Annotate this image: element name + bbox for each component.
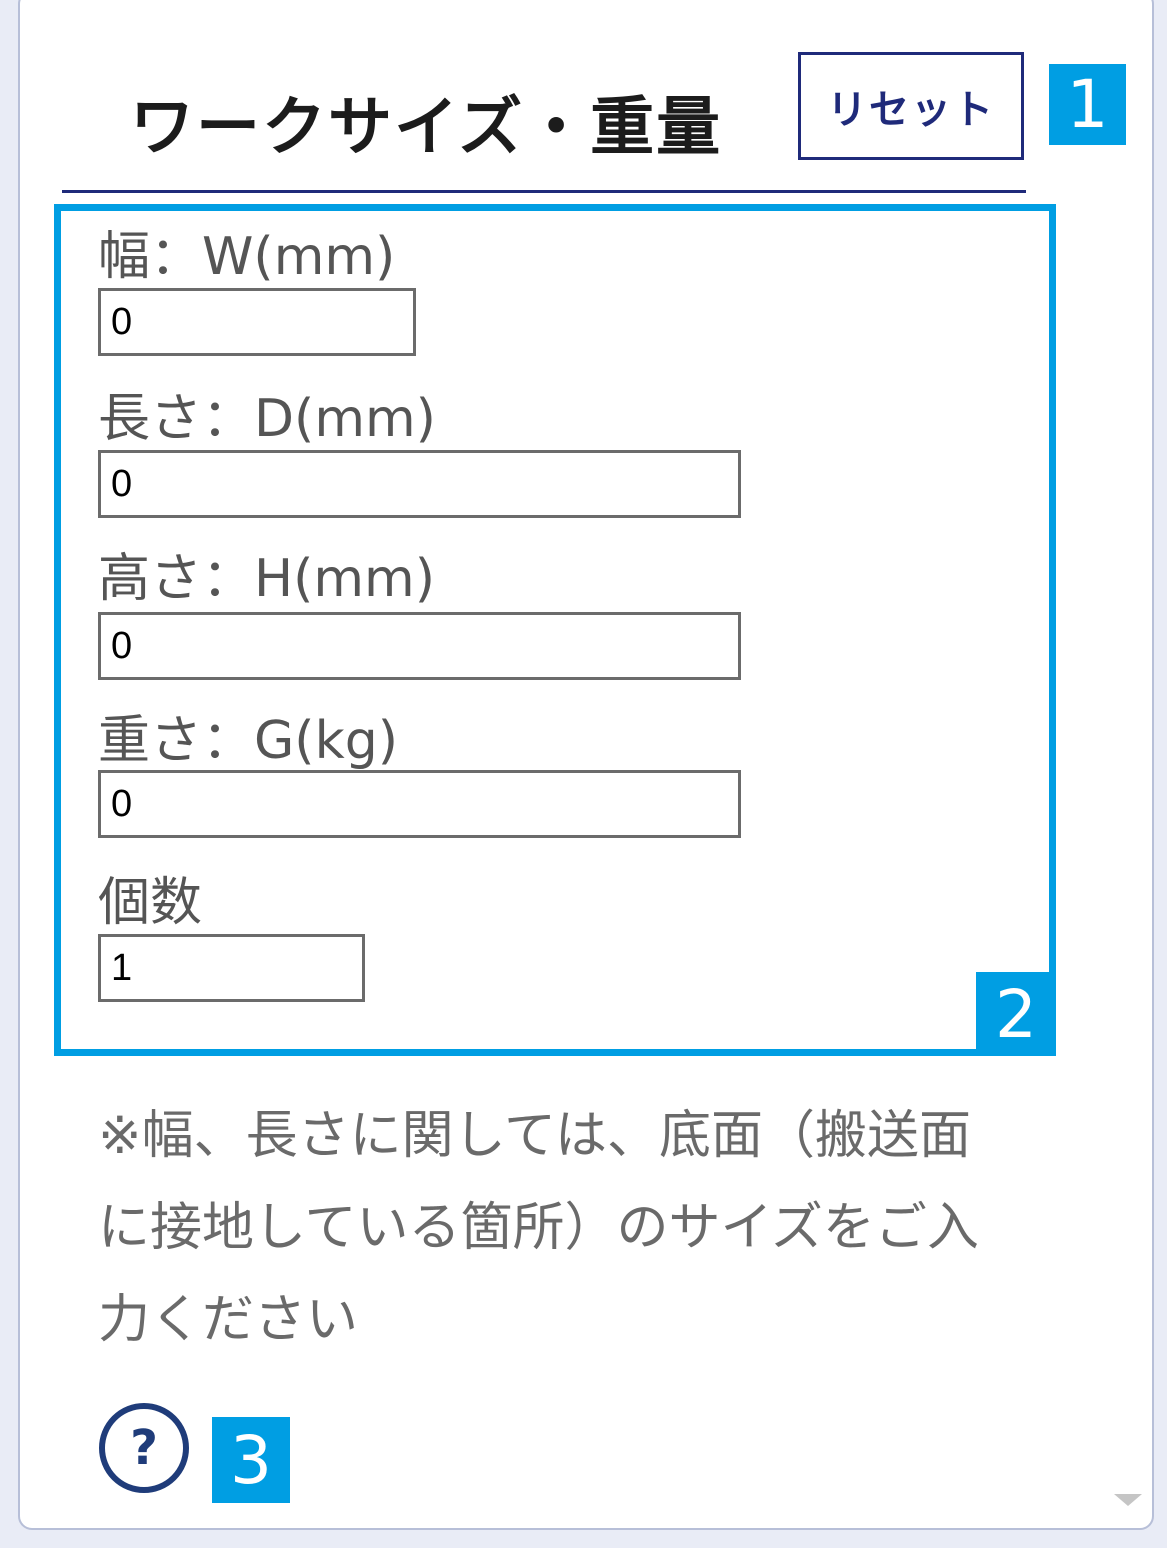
svg-text:?: ? xyxy=(130,1420,158,1476)
weight-label: 重さ：G(kg) xyxy=(98,711,398,771)
quantity-label: 個数 xyxy=(98,873,203,933)
reset-button[interactable]: リセット xyxy=(798,52,1024,160)
panel-title: ワークサイズ・重量 xyxy=(130,91,723,165)
width-label: 幅：W(mm) xyxy=(98,227,396,287)
annotation-badge-3: 3 xyxy=(212,1417,290,1503)
depth-input[interactable] xyxy=(98,450,741,518)
annotation-badge-2: 2 xyxy=(976,972,1056,1056)
annotation-badge-1: 1 xyxy=(1049,64,1126,145)
height-label: 高さ：H(mm) xyxy=(98,549,435,609)
weight-input[interactable] xyxy=(98,770,741,838)
depth-label: 長さ：D(mm) xyxy=(98,389,436,449)
size-note: ※幅、長さに関しては、底面（搬送面に接地している箇所）のサイズをご入力ください xyxy=(98,1106,979,1350)
width-input[interactable] xyxy=(98,288,416,356)
question-circle-icon[interactable]: ? xyxy=(96,1400,192,1496)
scroll-down-arrow[interactable] xyxy=(1114,1494,1142,1506)
height-input[interactable] xyxy=(98,612,741,680)
quantity-input[interactable] xyxy=(98,934,365,1002)
title-divider xyxy=(62,190,1026,193)
